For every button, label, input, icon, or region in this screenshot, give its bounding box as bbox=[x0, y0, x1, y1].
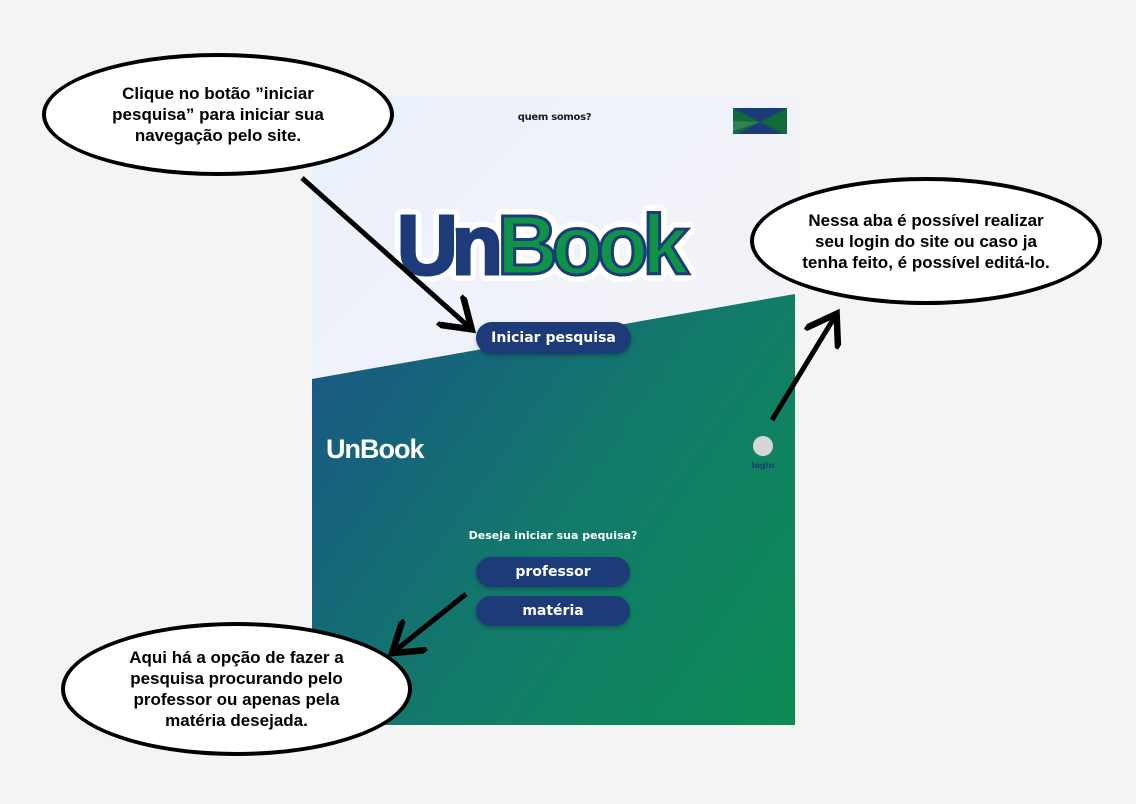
arrow-to-login bbox=[769, 318, 834, 422]
annotation-bubble-login: Nessa aba é possível realizar seu login … bbox=[750, 177, 1102, 305]
arrow-to-search-options bbox=[396, 592, 468, 650]
annotation-bubble-start: Clique no botão ”iniciar pesquisa” para … bbox=[42, 53, 394, 176]
annotation-text-start: Clique no botão ”iniciar pesquisa” para … bbox=[112, 84, 324, 145]
annotation-text-search: Aqui há a opção de fazer a pesquisa proc… bbox=[129, 648, 344, 730]
arrow-to-start-button bbox=[300, 176, 468, 326]
annotation-text-login: Nessa aba é possível realizar seu login … bbox=[802, 210, 1050, 272]
annotation-bubble-search: Aqui há a opção de fazer a pesquisa proc… bbox=[61, 622, 412, 756]
